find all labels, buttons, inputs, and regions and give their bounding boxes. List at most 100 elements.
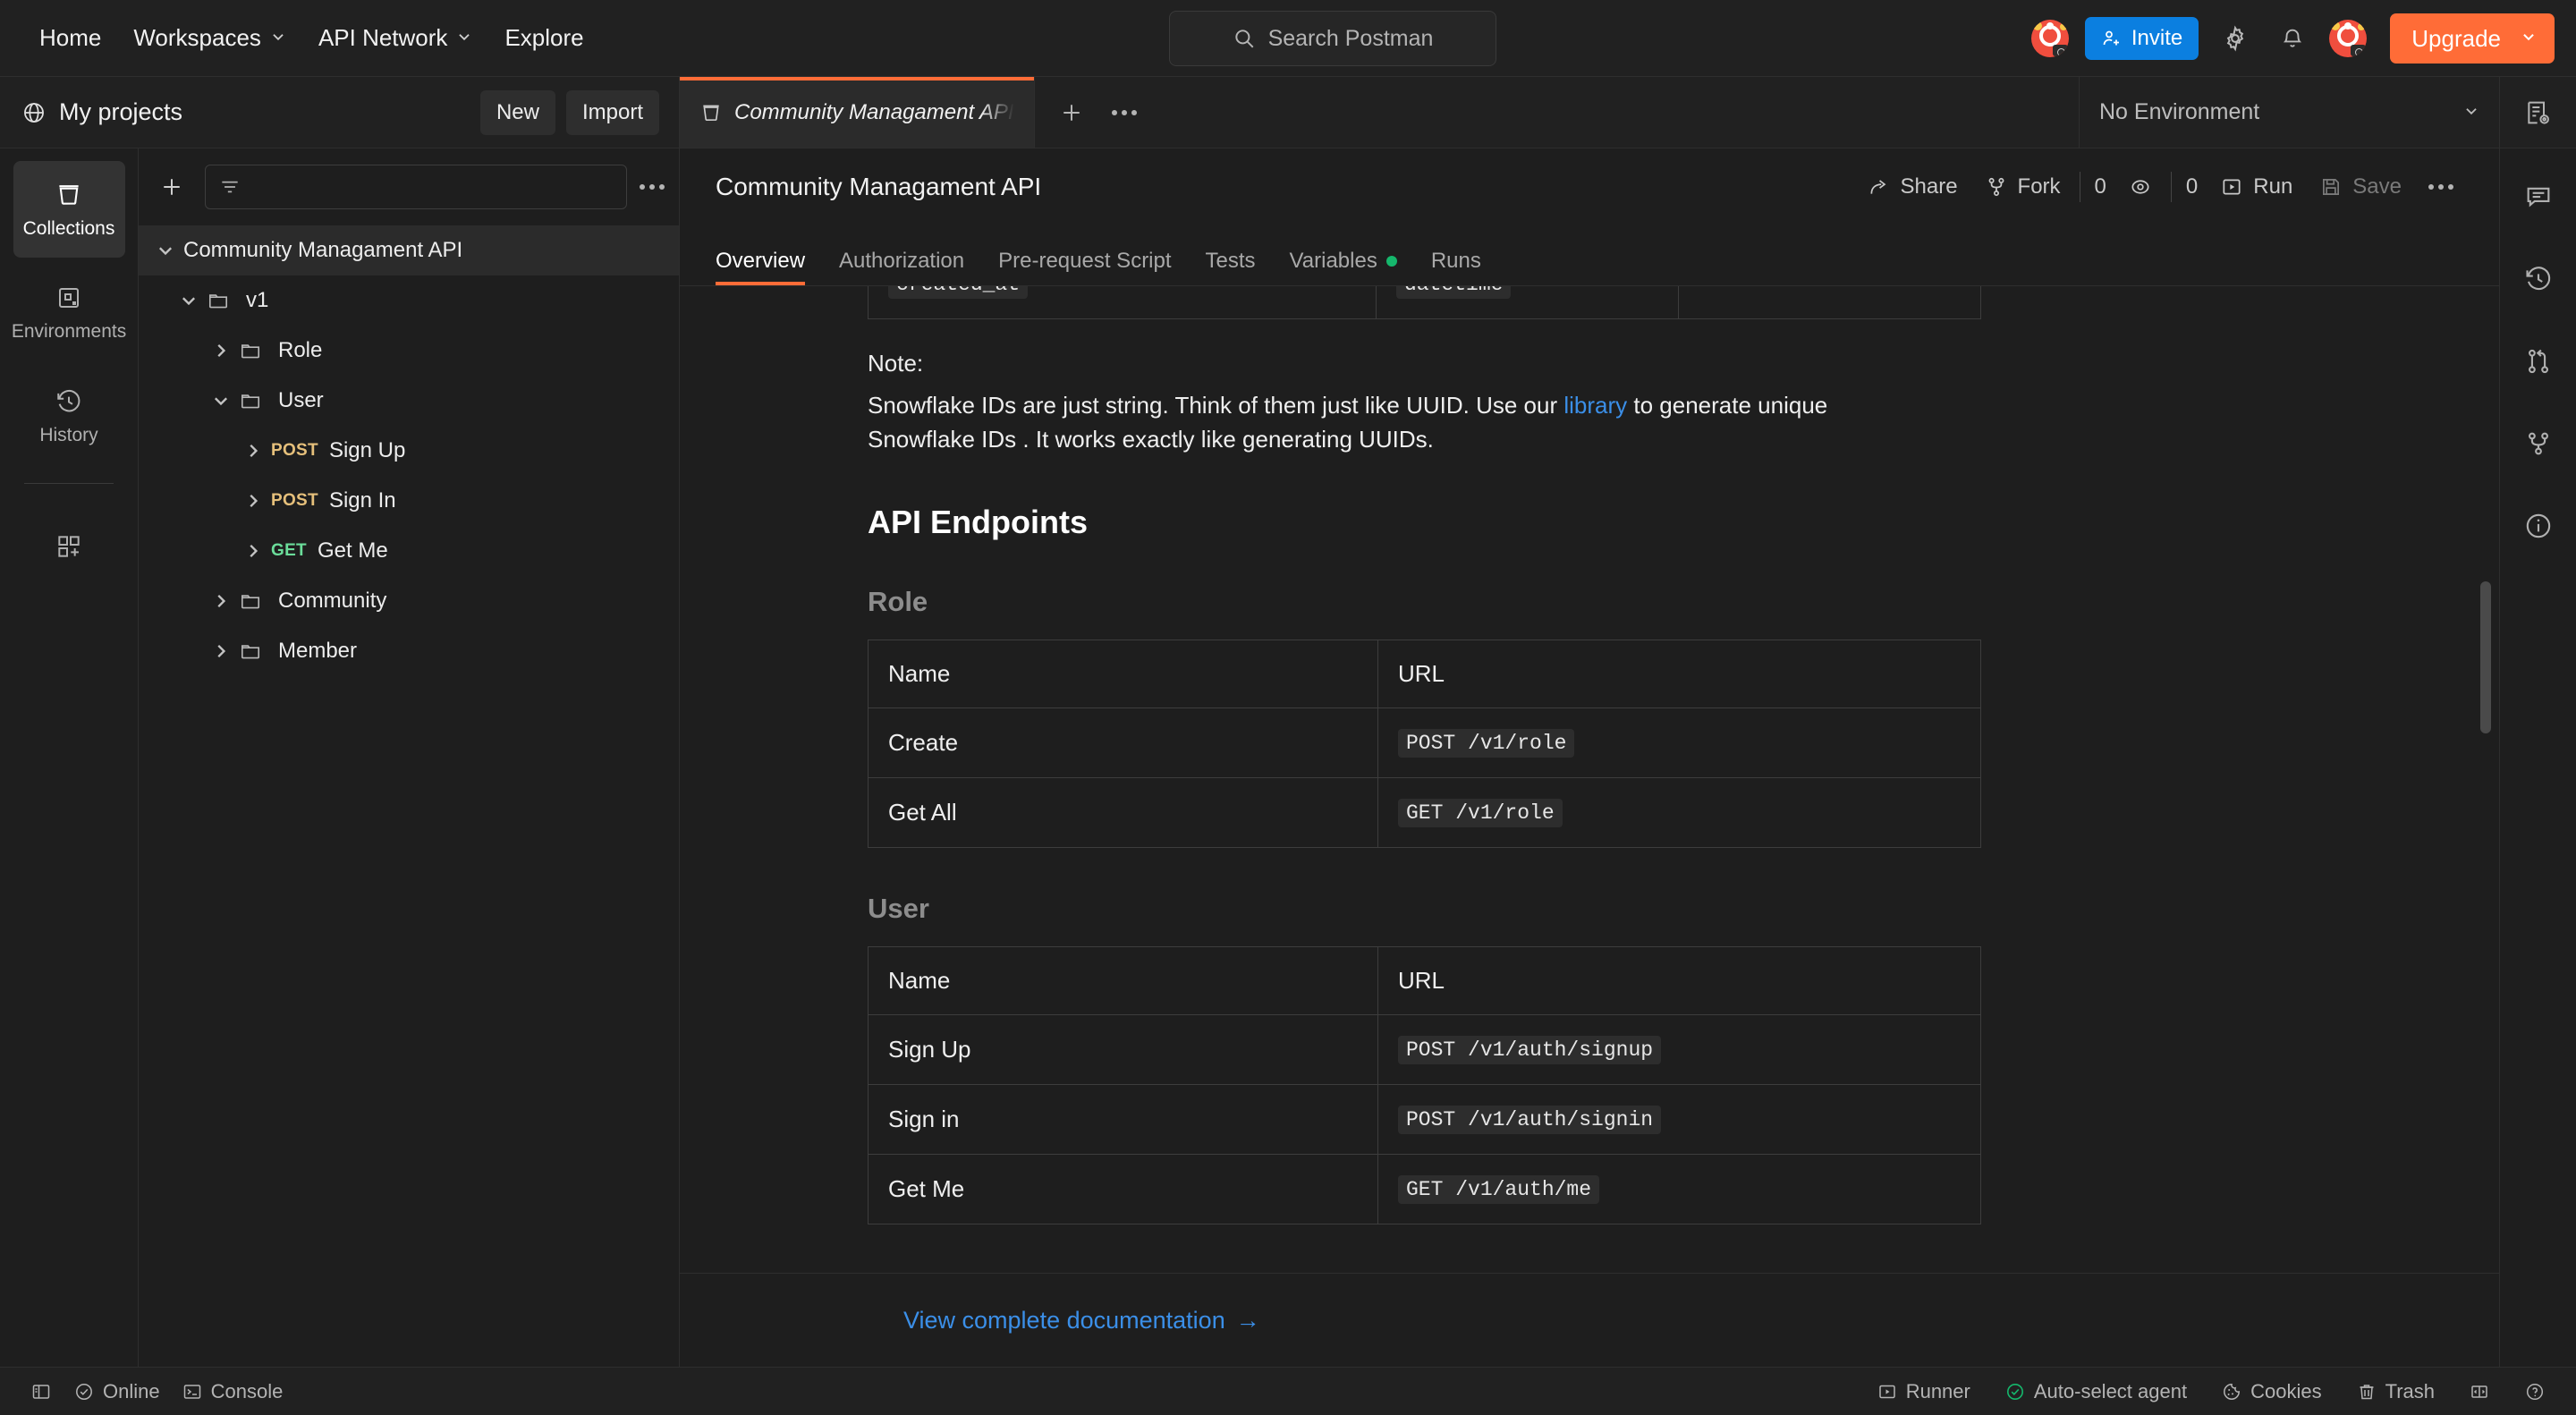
pull-request-icon[interactable]: [2513, 336, 2563, 386]
globe-icon: [21, 100, 47, 125]
cookies-button[interactable]: Cookies: [2210, 1376, 2332, 1408]
tab-variables[interactable]: Variables: [1290, 249, 1397, 285]
tab-authorization[interactable]: Authorization: [839, 249, 964, 285]
library-link[interactable]: library: [1563, 392, 1627, 419]
sidebar-toggle-icon[interactable]: [20, 1377, 63, 1407]
tree-item-folder-role[interactable]: Role: [139, 326, 679, 376]
upgrade-button[interactable]: Upgrade: [2390, 13, 2555, 64]
vertical-scrollbar-thumb[interactable]: [2480, 581, 2491, 733]
sidebar-divider: [24, 483, 114, 484]
chevron-right-icon[interactable]: [203, 641, 239, 661]
fork-label: Fork: [2017, 174, 2061, 199]
online-status[interactable]: Online: [63, 1376, 171, 1408]
chevron-right-icon[interactable]: [203, 591, 239, 611]
tree-item-folder-v1[interactable]: v1: [139, 275, 679, 326]
tab-runs[interactable]: Runs: [1431, 249, 1481, 285]
tree-item-collection[interactable]: Community Managament API: [139, 225, 679, 275]
tree-item-request-sign-in[interactable]: POST Sign In: [139, 476, 679, 526]
global-search[interactable]: Search Postman: [1169, 11, 1496, 66]
sidebar-item-environments[interactable]: Environments: [12, 265, 126, 361]
search-input[interactable]: Search Postman: [1169, 11, 1496, 66]
group-heading-role: Role: [868, 585, 928, 617]
fork-branch-icon[interactable]: [2513, 419, 2563, 469]
sidebar-item-collections[interactable]: Collections: [13, 161, 125, 258]
tree-label-get-me: Get Me: [317, 538, 388, 563]
nav-item-workspaces[interactable]: Workspaces: [117, 15, 302, 61]
collections-more-options-icon[interactable]: [640, 184, 665, 190]
folder-icon: [207, 289, 237, 312]
settings-gear-icon[interactable]: [2215, 18, 2256, 59]
chevron-right-icon[interactable]: [235, 441, 271, 461]
tab-tests[interactable]: Tests: [1206, 249, 1256, 285]
endpoint-url-cell: POST /v1/role: [1377, 707, 1981, 778]
runner-button[interactable]: Runner: [1866, 1376, 1981, 1408]
create-new-collection-button[interactable]: [151, 166, 192, 208]
tree-label-collection: Community Managament API: [183, 238, 463, 262]
tab-overview[interactable]: Overview: [716, 249, 806, 285]
chevron-right-icon[interactable]: [203, 341, 239, 360]
workspace-switcher[interactable]: My projects: [21, 98, 182, 126]
user-avatar[interactable]: [2329, 20, 2368, 57]
invite-button[interactable]: Invite: [2084, 17, 2199, 60]
watch-button[interactable]: [2115, 167, 2165, 207]
chevron-down-icon[interactable]: [148, 241, 183, 260]
tab-overview-label: Overview: [716, 249, 806, 273]
endpoint-url-code: POST /v1/auth/signin: [1398, 1106, 1662, 1135]
fork-button[interactable]: Fork: [1971, 166, 2074, 208]
nav-api-network-label: API Network: [318, 24, 448, 51]
run-button[interactable]: Run: [2207, 166, 2306, 208]
sidebar-item-new-element[interactable]: [13, 498, 125, 595]
chevron-right-icon[interactable]: [235, 491, 271, 511]
nav-item-explore[interactable]: Explore: [488, 15, 599, 61]
tree-item-folder-user[interactable]: User: [139, 376, 679, 426]
import-button[interactable]: Import: [565, 89, 659, 135]
tree-item-request-sign-up[interactable]: POST Sign Up: [139, 426, 679, 476]
arrow-right-icon: →: [1235, 1306, 1260, 1334]
tab-more-options-icon[interactable]: [1111, 109, 1137, 115]
view-complete-documentation-link[interactable]: View complete documentation →: [903, 1307, 1260, 1335]
collection-more-options-icon[interactable]: [2415, 176, 2467, 198]
chevron-down-icon[interactable]: [171, 291, 207, 310]
tree-item-folder-community[interactable]: Community: [139, 576, 679, 626]
nav-item-home[interactable]: Home: [23, 15, 117, 61]
status-bar: Online Console Runner Auto-select agent …: [0, 1367, 2576, 1415]
api-endpoints-heading: API Endpoints: [868, 503, 1088, 540]
help-circle-icon[interactable]: [2513, 1377, 2556, 1407]
tab-runs-label: Runs: [1430, 249, 1481, 273]
save-button[interactable]: Save: [2306, 166, 2415, 208]
documentation-scroll-area[interactable]: created_at datetime Note: Snowflake IDs …: [680, 286, 2499, 1274]
notification-bell-icon[interactable]: [2272, 18, 2313, 59]
tab-community-managament-api[interactable]: Community Managament API: [680, 77, 1035, 148]
auto-select-agent-button[interactable]: Auto-select agent: [1994, 1376, 2198, 1408]
chevron-right-icon[interactable]: [235, 541, 271, 561]
page-title: Community Managament API: [716, 173, 1042, 200]
filter-input[interactable]: [205, 165, 627, 209]
collections-panel: Community Managament API v1 Role User PO…: [139, 148, 680, 1367]
tab-pre-request-script[interactable]: Pre-request Script: [998, 249, 1171, 285]
share-button[interactable]: Share: [1854, 166, 1971, 208]
new-button[interactable]: New: [479, 89, 555, 135]
sidebar-item-history[interactable]: History: [13, 369, 125, 465]
new-tab-button[interactable]: [1058, 99, 1085, 126]
table-row: Get All GET /v1/role: [868, 776, 1981, 848]
history-clock-icon[interactable]: [2513, 254, 2563, 304]
run-label: Run: [2253, 174, 2293, 199]
chevron-down-icon[interactable]: [203, 391, 239, 411]
comment-icon[interactable]: [2513, 172, 2563, 222]
nav-item-api-network[interactable]: API Network: [302, 15, 489, 61]
layout-panel-icon[interactable]: [2458, 1377, 2501, 1407]
avatar[interactable]: [2030, 20, 2069, 57]
trash-button[interactable]: Trash: [2345, 1376, 2445, 1408]
info-circle-icon[interactable]: [2513, 501, 2563, 551]
watch-count: 0: [2185, 174, 2199, 199]
endpoint-url-cell: GET /v1/auth/me: [1377, 1153, 1981, 1224]
console-button[interactable]: Console: [171, 1376, 294, 1408]
clipped-schema-table: created_at datetime: [868, 286, 1981, 319]
tree-item-request-get-me[interactable]: GET Get Me: [139, 526, 679, 576]
environment-selector[interactable]: No Environment: [2079, 77, 2499, 148]
endpoint-url-cell: POST /v1/auth/signin: [1377, 1083, 1981, 1155]
share-label: Share: [1900, 174, 1958, 199]
environment-quick-look-icon[interactable]: [2499, 77, 2576, 148]
workspace-title: My projects: [59, 98, 183, 125]
tree-item-folder-member[interactable]: Member: [139, 626, 679, 676]
